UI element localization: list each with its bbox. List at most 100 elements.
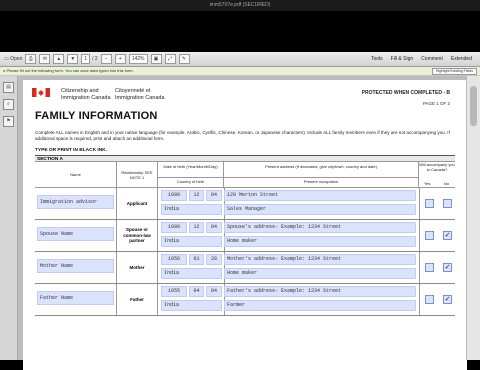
section-header: SECTION A <box>35 155 455 162</box>
accompany-no-checkbox[interactable]: ✓ <box>443 231 452 240</box>
divider <box>419 284 420 315</box>
print-button[interactable]: ⎙ <box>25 54 37 64</box>
attachment-icon[interactable]: ⌕ <box>3 99 14 110</box>
full-screen-button[interactable]: ⤢ <box>164 54 176 64</box>
arrow-down-icon: ▼ <box>70 56 76 62</box>
accompany-no-checkbox[interactable]: ✓ <box>443 295 452 304</box>
country-field[interactable]: India <box>161 268 222 279</box>
header-occupation-label: Present occupation <box>303 179 339 184</box>
document-viewport: Citizenship and Immigration Canada Citoy… <box>18 76 467 370</box>
fill-sign-menu[interactable]: Fill & Sign <box>391 56 414 62</box>
accompany-yes-checkbox[interactable] <box>425 199 434 208</box>
table-row: Mother Name Mother 1956 01 28 India Mother's a… <box>35 252 455 284</box>
occupation-field[interactable]: Home maker <box>224 268 416 279</box>
header-dob-country: Date of birth (Year/Month/Day) Country o… <box>158 162 224 188</box>
tools-menu[interactable]: Tools <box>371 56 383 62</box>
dob-year-field[interactable]: 1990 <box>161 222 187 233</box>
plus-icon: + <box>118 56 122 62</box>
address-field[interactable]: Spouse's address- Example: 1234 Street <box>224 222 416 233</box>
window-title-bar: imm5707e.pdf (SECURED) <box>0 0 480 11</box>
info-message: Please fill out the following form. You … <box>6 68 134 73</box>
email-button[interactable]: ✉ <box>39 54 51 64</box>
protected-notice: PROTECTED WHEN COMPLETED - B <box>361 90 450 96</box>
extended-menu[interactable]: Extended <box>451 56 472 62</box>
zoom-out-button[interactable]: − <box>100 54 112 64</box>
dob-month-field[interactable]: 04 <box>189 286 204 297</box>
header-country-label: Country of birth <box>176 179 205 184</box>
dob-year-field[interactable]: 1956 <box>161 254 187 265</box>
agency-name-english: Citizenship and Immigration Canada <box>61 88 111 101</box>
page-thumbnails-icon[interactable]: ▤ <box>3 82 14 93</box>
dob-month-field[interactable]: 01 <box>189 254 204 265</box>
country-field[interactable]: India <box>161 300 222 311</box>
pdf-page: Citizenship and Immigration Canada Citoy… <box>23 80 467 370</box>
folder-icon: ▭ <box>4 56 9 62</box>
accompany-no-checkbox[interactable]: ✓ <box>443 263 452 272</box>
header-no-label: No <box>443 181 449 186</box>
comment-menu[interactable]: Comment <box>421 56 443 62</box>
address-field[interactable]: Mother's address- Example: 1234 Street <box>224 254 416 265</box>
relationship-cell: Spouse or common-law partner <box>117 220 158 251</box>
canada-flag-icon <box>32 88 50 97</box>
form-instructions: Complete ALL names in English and in you… <box>35 130 450 141</box>
name-cell: Mother Name <box>35 252 117 283</box>
dob-month-field[interactable]: 12 <box>189 190 204 201</box>
header-relationship-label: Relationship SEE NOTE 1 <box>121 170 153 180</box>
divider <box>419 252 420 283</box>
name-field[interactable]: Immigration advisor <box>37 195 114 209</box>
address-field[interactable]: 120 Merton Street <box>224 190 416 201</box>
table-row: Spouse Name Spouse or common-law partner 1… <box>35 220 455 252</box>
agency-en-line2: Immigration Canada <box>61 94 111 101</box>
accompany-yes-checkbox[interactable] <box>425 263 434 272</box>
name-cell: Spouse Name <box>35 220 117 251</box>
highlight-fields-button[interactable]: Highlight Existing Fields <box>431 68 477 75</box>
open-button[interactable]: ▭ Open <box>4 56 22 62</box>
print-icon: ⎙ <box>28 56 33 62</box>
dob-month-field[interactable]: 12 <box>189 222 204 233</box>
bookmark-icon[interactable]: ⚑ <box>3 116 14 127</box>
accompany-no-checkbox[interactable] <box>443 199 452 208</box>
relationship-cell: Mother <box>117 252 158 283</box>
next-page-button[interactable]: ▼ <box>67 54 79 64</box>
dob-day-field[interactable]: 28 <box>206 254 222 265</box>
pen-icon: ✎ <box>181 56 187 62</box>
fit-page-button[interactable]: ▣ <box>150 54 162 64</box>
dob-year-field[interactable]: 1990 <box>161 190 187 201</box>
dob-day-field[interactable]: 04 <box>206 286 222 297</box>
table-row: Father Name Father 1955 04 04 India Father's a… <box>35 284 455 316</box>
vertical-scrollbar[interactable] <box>466 76 480 360</box>
occupation-field[interactable]: Farmer <box>224 300 416 311</box>
zoom-select[interactable]: 142% <box>128 54 148 64</box>
country-field[interactable]: India <box>161 236 222 247</box>
zoom-in-button[interactable]: + <box>114 54 126 64</box>
header-name-label: Name <box>70 172 81 177</box>
dob-day-field[interactable]: 04 <box>206 222 222 233</box>
accompany-yes-checkbox[interactable] <box>425 231 434 240</box>
scrollbar-thumb[interactable] <box>470 86 477 126</box>
occupation-field[interactable]: Home maker <box>224 236 416 247</box>
header-dob-label: Date of birth (Year/Month/Day) <box>158 164 223 178</box>
accompany-yes-checkbox[interactable] <box>425 295 434 304</box>
dob-year-field[interactable]: 1955 <box>161 286 187 297</box>
sign-button[interactable]: ✎ <box>178 54 190 64</box>
agency-fr-line2: Immigration Canada <box>115 94 165 101</box>
address-field[interactable]: Father's address- Example: 1234 Street <box>224 286 416 297</box>
toolbar: ▭ Open ⎙ ✉ ▲ ▼ 1 / 2 − + 142% ▣ ⤢ ✎ Tool… <box>0 52 480 67</box>
relationship-cell: Applicant <box>117 188 158 219</box>
prev-page-button[interactable]: ▲ <box>53 54 65 64</box>
page-number-input[interactable]: 1 <box>81 54 91 64</box>
dob-day-field[interactable]: 04 <box>206 190 222 201</box>
country-field[interactable]: India <box>161 204 222 215</box>
name-field[interactable]: Spouse Name <box>37 227 114 241</box>
occupation-field[interactable]: Sales Manager <box>224 204 416 215</box>
open-label: Open <box>10 56 23 62</box>
divider <box>419 220 420 251</box>
header-relationship: Relationship SEE NOTE 1 <box>117 162 158 188</box>
header-address-occupation: Present address (If deceased, give city/… <box>224 162 419 188</box>
navigation-panel: ▤ ⌕ ⚑ <box>0 76 18 360</box>
fit-page-icon: ▣ <box>153 56 159 62</box>
minus-icon: − <box>104 56 108 62</box>
expand-icon: ⤢ <box>167 56 172 62</box>
name-field[interactable]: Mother Name <box>37 259 114 273</box>
name-field[interactable]: Father Name <box>37 291 114 305</box>
